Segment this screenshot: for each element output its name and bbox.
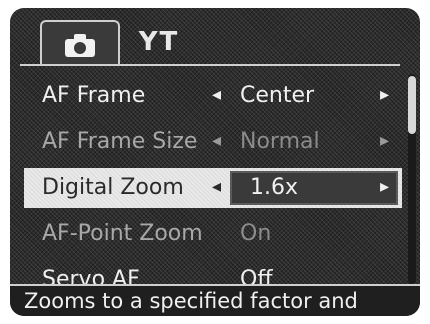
scrollbar[interactable] <box>408 74 416 284</box>
tab-divider <box>20 64 400 66</box>
menu-panel: YT AF Frame ◂ Center ▸ AF Frame Size ◂ N… <box>10 8 420 316</box>
left-arrow-icon: ◂ <box>212 130 222 151</box>
camera-screen: YT AF Frame ◂ Center ▸ AF Frame Size ◂ N… <box>0 0 430 324</box>
menu-list: AF Frame ◂ Center ▸ AF Frame Size ◂ Norm… <box>24 76 402 306</box>
menu-item-value: 1.6x <box>250 175 299 200</box>
menu-item-value: Normal <box>240 129 320 154</box>
menu-item-label: AF Frame Size <box>42 129 198 154</box>
menu-item-label: Digital Zoom <box>42 175 184 200</box>
menu-item-af-frame-size[interactable]: AF Frame Size ◂ Normal ▸ <box>24 122 402 162</box>
menu-item-af-frame[interactable]: AF Frame ◂ Center ▸ <box>24 76 402 116</box>
menu-item-label: AF-Point Zoom <box>42 221 203 246</box>
tab-setup[interactable]: YT <box>124 20 194 64</box>
camera-icon <box>65 34 95 57</box>
right-arrow-icon: ▸ <box>380 176 390 197</box>
menu-item-label: AF Frame <box>42 83 146 108</box>
scroll-thumb[interactable] <box>408 76 416 134</box>
tab-camera[interactable] <box>40 20 120 66</box>
menu-item-digital-zoom[interactable]: Digital Zoom ◂ 1.6x ▸ <box>24 168 402 208</box>
right-arrow-icon: ▸ <box>380 84 390 105</box>
menu-item-value: Center <box>240 83 315 108</box>
menu-item-af-point-zoom[interactable]: AF-Point Zoom On <box>24 214 402 254</box>
left-arrow-icon: ◂ <box>212 84 222 105</box>
tab-bar: YT <box>10 8 420 68</box>
help-bar: Zooms to a specified factor and <box>10 284 420 316</box>
left-arrow-icon: ◂ <box>212 176 222 197</box>
help-text: Zooms to a specified factor and <box>24 289 358 313</box>
menu-item-value: On <box>240 221 272 246</box>
right-arrow-icon: ▸ <box>380 130 390 151</box>
